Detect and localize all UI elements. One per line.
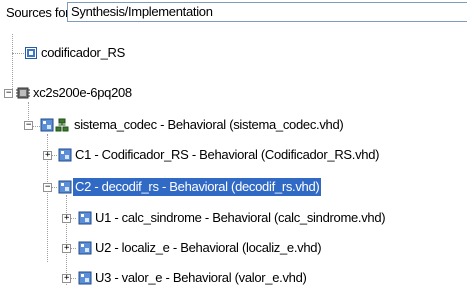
vhdl-module-icon — [78, 211, 92, 225]
tree-item-u1[interactable]: U1 - calc_sindrome - Behavioral (calc_si… — [78, 209, 387, 227]
tree-item-label: U1 - calc_sindrome - Behavioral (calc_si… — [95, 210, 386, 225]
expand-toggle[interactable]: + — [43, 151, 52, 160]
vhdl-module-icon — [78, 241, 92, 255]
collapse-toggle[interactable]: − — [4, 89, 13, 98]
tree-item-label: C1 - Codificador_RS - Behavioral (Codifi… — [75, 147, 380, 162]
chip-icon — [16, 87, 30, 99]
expand-toggle[interactable]: + — [62, 244, 71, 253]
tree-item-label: xc2s200e-6pq208 — [33, 85, 132, 100]
expand-toggle[interactable]: + — [62, 214, 71, 223]
tree-item-label: U2 - localiz_e - Behavioral (localiz_e.v… — [95, 240, 322, 255]
tree-item-u2[interactable]: U2 - localiz_e - Behavioral (localiz_e.v… — [78, 239, 323, 257]
tree-item-label: U3 - valor_e - Behavioral (valor_e.vhd) — [95, 270, 307, 285]
tree-item-project[interactable]: codificador_RS — [24, 44, 127, 62]
tree-item-u3[interactable]: U3 - valor_e - Behavioral (valor_e.vhd) — [78, 269, 309, 287]
sources-tree: codificador_RS − xc2s200e-6pq208 − siste… — [0, 0, 467, 295]
tree-item-c2[interactable]: C2 - decodif_rs - Behavioral (decodif_rs… — [58, 178, 322, 196]
tree-item-sistema-codec[interactable]: sistema_codec - Behavioral (sistema_code… — [40, 116, 345, 134]
project-file-icon — [25, 47, 37, 59]
vhdl-module-icon — [58, 148, 72, 162]
tree-line — [12, 53, 24, 54]
tree-item-label: C2 - decodif_rs - Behavioral (decodif_rs… — [73, 178, 322, 196]
tree-item-device[interactable]: xc2s200e-6pq208 — [16, 84, 134, 102]
hierarchy-icon — [55, 118, 69, 132]
tree-item-label: codificador_RS — [41, 45, 125, 60]
vhdl-module-icon — [40, 118, 54, 132]
collapse-toggle[interactable]: − — [24, 121, 33, 130]
vhdl-module-icon — [58, 180, 72, 194]
tree-line — [12, 34, 13, 93]
tree-item-c1[interactable]: C1 - Codificador_RS - Behavioral (Codifi… — [58, 146, 381, 164]
collapse-toggle[interactable]: − — [43, 183, 52, 192]
expand-toggle[interactable]: + — [62, 274, 71, 283]
tree-line — [66, 195, 67, 285]
vhdl-module-icon — [78, 271, 92, 285]
tree-item-label: sistema_codec - Behavioral (sistema_code… — [74, 117, 344, 132]
